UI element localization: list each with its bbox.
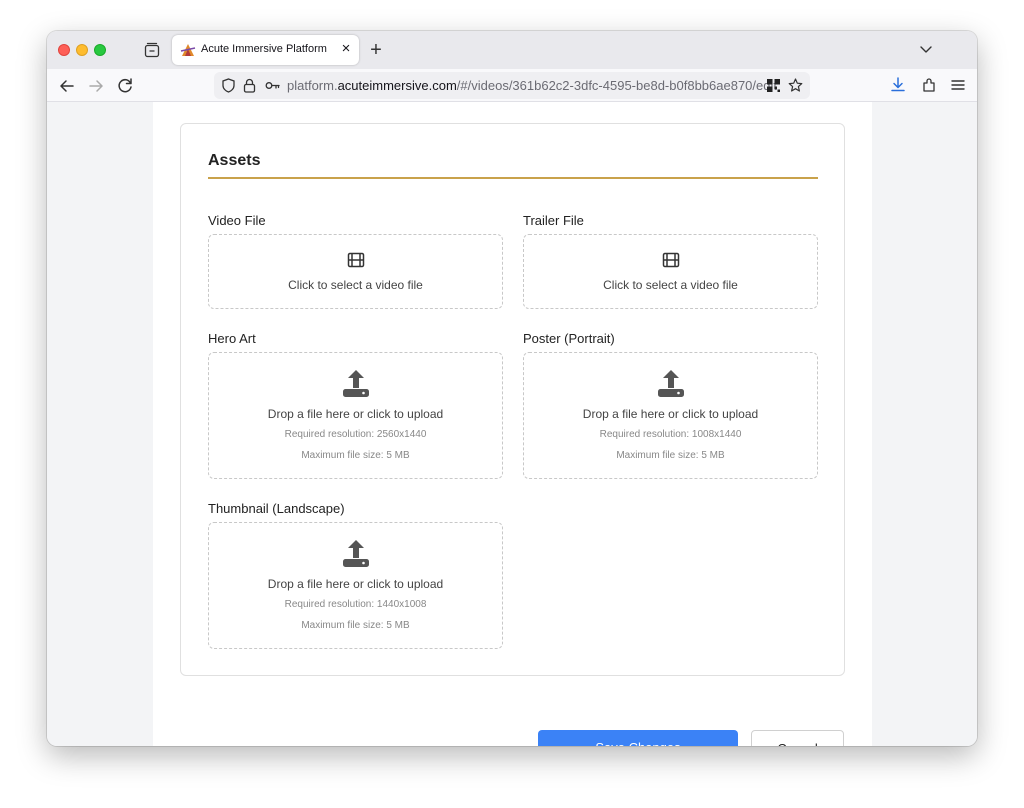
thumbnail-prompt: Drop a file here or click to upload bbox=[267, 577, 444, 591]
chevron-down-icon[interactable] bbox=[918, 41, 934, 57]
zoom-window-button[interactable] bbox=[94, 44, 106, 56]
assets-section-title: Assets bbox=[208, 152, 261, 169]
page-content: Assets Video File Click to select a vide… bbox=[47, 102, 977, 746]
hero-art-resolution: Required resolution: 2560x1440 bbox=[284, 429, 427, 440]
video-file-dropzone[interactable]: Click to select a video file bbox=[208, 234, 503, 309]
section-divider bbox=[208, 177, 818, 179]
url-text[interactable]: platform.acuteimmersive.com/#/videos/361… bbox=[287, 78, 777, 93]
reload-icon[interactable] bbox=[114, 75, 136, 97]
thumbnail-label: Thumbnail (Landscape) bbox=[208, 501, 345, 516]
video-file-label: Video File bbox=[208, 213, 266, 228]
navigation-bar: platform.acuteimmersive.com/#/videos/361… bbox=[47, 69, 977, 102]
download-icon[interactable] bbox=[888, 75, 908, 95]
film-icon bbox=[347, 252, 365, 268]
poster-prompt: Drop a file here or click to upload bbox=[582, 407, 759, 421]
thumbnail-max-size: Maximum file size: 5 MB bbox=[301, 620, 410, 631]
menu-icon[interactable] bbox=[948, 75, 968, 95]
hero-art-max-size: Maximum file size: 5 MB bbox=[301, 450, 410, 461]
new-tab-button[interactable]: + bbox=[365, 39, 387, 61]
shield-icon[interactable] bbox=[220, 77, 237, 94]
lock-icon[interactable] bbox=[241, 77, 258, 94]
upload-icon bbox=[343, 370, 369, 397]
poster-dropzone[interactable]: Drop a file here or click to upload Requ… bbox=[523, 352, 818, 479]
thumbnail-resolution: Required resolution: 1440x1008 bbox=[284, 599, 427, 610]
qr-code-icon[interactable] bbox=[765, 77, 782, 94]
tab-close-button[interactable]: × bbox=[337, 40, 355, 58]
back-icon[interactable] bbox=[56, 75, 78, 97]
trailer-file-prompt: Click to select a video file bbox=[603, 278, 738, 292]
cancel-button[interactable]: Cancel bbox=[751, 730, 844, 746]
close-window-button[interactable] bbox=[58, 44, 70, 56]
url-bar[interactable]: platform.acuteimmersive.com/#/videos/361… bbox=[214, 72, 810, 99]
hero-art-label: Hero Art bbox=[208, 331, 256, 346]
hero-art-dropzone[interactable]: Drop a file here or click to upload Requ… bbox=[208, 352, 503, 479]
bookmark-star-icon[interactable] bbox=[787, 77, 804, 94]
key-icon[interactable] bbox=[264, 77, 281, 94]
thumbnail-dropzone[interactable]: Drop a file here or click to upload Requ… bbox=[208, 522, 503, 649]
extensions-icon[interactable] bbox=[919, 75, 939, 95]
poster-resolution: Required resolution: 1008x1440 bbox=[599, 429, 742, 440]
upload-icon bbox=[343, 540, 369, 567]
save-changes-button[interactable]: Save Changes bbox=[538, 730, 738, 746]
poster-max-size: Maximum file size: 5 MB bbox=[616, 450, 725, 461]
main-column: Assets Video File Click to select a vide… bbox=[153, 102, 872, 746]
film-icon bbox=[662, 252, 680, 268]
hero-art-prompt: Drop a file here or click to upload bbox=[267, 407, 444, 421]
trailer-file-label: Trailer File bbox=[523, 213, 584, 228]
forward-icon[interactable] bbox=[85, 75, 107, 97]
trailer-file-dropzone[interactable]: Click to select a video file bbox=[523, 234, 818, 309]
tab-acute-immersive[interactable]: Acute Immersive Platform × bbox=[172, 35, 359, 65]
browser-window: Acute Immersive Platform × + platform.ac… bbox=[47, 31, 977, 746]
minimize-window-button[interactable] bbox=[76, 44, 88, 56]
assets-card: Assets Video File Click to select a vide… bbox=[180, 123, 845, 676]
tab-bar: Acute Immersive Platform × + bbox=[47, 31, 977, 69]
favicon-icon bbox=[180, 44, 196, 56]
upload-icon bbox=[658, 370, 684, 397]
poster-label: Poster (Portrait) bbox=[523, 331, 615, 346]
video-file-prompt: Click to select a video file bbox=[288, 278, 423, 292]
tab-title: Acute Immersive Platform bbox=[201, 43, 327, 55]
tabs-list-icon[interactable] bbox=[143, 41, 161, 59]
